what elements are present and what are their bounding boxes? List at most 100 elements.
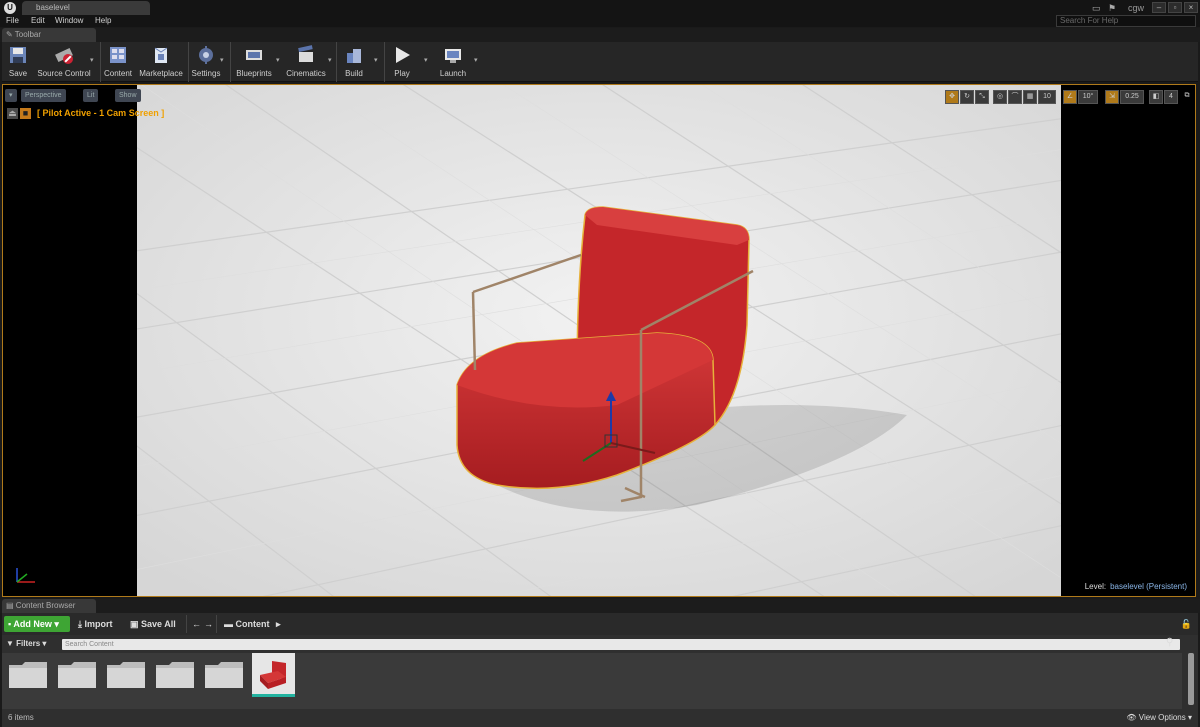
save-all-icon: ▣	[130, 619, 139, 629]
marketplace-icon	[154, 47, 168, 63]
level-viewport[interactable]: ▾ Perspective Lit Show ✥ ↻ ⤡ ◎ ⌒ ▦ 10 ∠ …	[2, 84, 1196, 597]
save-icon	[10, 47, 26, 63]
level-tab[interactable]: baselevel	[22, 1, 150, 15]
build-button[interactable]: Build	[340, 42, 368, 82]
blueprints-icon	[246, 50, 262, 60]
item-count: 6 items	[8, 713, 34, 722]
view-mode-button[interactable]: Perspective	[21, 89, 66, 102]
asset-grid	[2, 653, 1182, 709]
lighting-mode-button[interactable]: Lit	[83, 89, 99, 102]
content-icon	[110, 47, 126, 63]
cinematics-button[interactable]: Cinematics	[284, 42, 328, 82]
build-icon	[347, 49, 361, 63]
folder-icon-4[interactable]	[155, 659, 195, 689]
pilot-status: [ Pilot Active - 1 Cam Screen ]	[37, 108, 165, 118]
folder-icon: ▬	[224, 619, 233, 629]
maximize-button[interactable]: ▫	[1168, 2, 1182, 13]
lock-icon[interactable]: 🔓	[1181, 616, 1192, 632]
world-space-icon[interactable]: ◎	[993, 90, 1007, 104]
folder-icon-2[interactable]	[57, 659, 97, 689]
play-dropdown-icon[interactable]: ▾	[424, 56, 430, 64]
rotation-snap-icon[interactable]: ∠	[1063, 90, 1077, 104]
grid-snap-value[interactable]: 10	[1038, 90, 1056, 104]
add-icon: ▪	[8, 619, 12, 629]
content-search-input[interactable]: Search Content	[62, 639, 1180, 650]
scale-snap-icon[interactable]: ⇲	[1105, 90, 1119, 104]
chair-thumbnail-icon	[260, 661, 286, 689]
translate-tool-icon[interactable]: ✥	[945, 90, 959, 104]
asset-scrollbar[interactable]	[1188, 653, 1194, 705]
rotate-tool-icon[interactable]: ↻	[960, 90, 974, 104]
blueprints-dropdown-icon[interactable]: ▾	[276, 56, 282, 64]
play-icon	[396, 47, 410, 63]
viewport-scene[interactable]	[36, 85, 1158, 596]
maximize-viewport-icon[interactable]: ⧉	[1181, 90, 1193, 104]
filter-icon: ▼	[6, 639, 14, 648]
filters-button[interactable]: ▼ Filters ▾	[6, 637, 46, 651]
content-browser-icon: ▤	[6, 601, 14, 610]
launch-dropdown-icon[interactable]: ▾	[474, 56, 480, 64]
content-browser: ▪ Add New ▾ ⤓ Import ▣ Save All ← → ▬ Co…	[2, 613, 1198, 727]
camera-speed-icon[interactable]: ◧	[1149, 90, 1163, 104]
source-control-icon	[55, 47, 73, 64]
save-all-button[interactable]: ▣ Save All	[130, 616, 176, 632]
build-dropdown-icon[interactable]: ▾	[374, 56, 380, 64]
viewport-options-icon[interactable]: ▾	[5, 89, 17, 102]
view-options-button[interactable]: 👁 View Options ▾	[1126, 711, 1192, 725]
play-button[interactable]: Play	[388, 42, 416, 82]
source-control-dropdown-icon[interactable]: ▾	[90, 56, 96, 64]
content-browser-tab[interactable]: ▤ Content Browser	[2, 599, 96, 613]
settings-icon	[199, 46, 213, 64]
minimize-button[interactable]: –	[1152, 2, 1166, 13]
cinematics-dropdown-icon[interactable]: ▾	[328, 56, 334, 64]
menu-window[interactable]: Window	[55, 15, 83, 27]
toolbar-tab[interactable]: ✎ Toolbar	[2, 28, 96, 42]
menu-help[interactable]: Help	[95, 15, 111, 27]
eject-icon[interactable]: ⏏	[7, 107, 18, 119]
axis-indicator-icon	[16, 568, 35, 583]
launch-button[interactable]: Launch	[436, 42, 470, 82]
path-breadcrumb[interactable]: ▬ Content ▸	[224, 616, 281, 632]
unreal-logo-icon[interactable]: U	[4, 2, 16, 14]
camera-actor-icon: ■	[20, 107, 31, 119]
search-help-input[interactable]: Search For Help	[1056, 15, 1196, 27]
chair-asset-thumbnail[interactable]	[252, 653, 295, 697]
import-icon: ⤓	[78, 619, 82, 629]
scale-snap-value[interactable]: 0.25	[1120, 90, 1144, 104]
eye-icon: 👁	[1126, 713, 1137, 722]
folder-icon-5[interactable]	[204, 659, 244, 689]
menu-bar: File Edit Window Help	[0, 15, 1200, 27]
settings-dropdown-icon[interactable]: ▾	[220, 56, 226, 64]
surface-snap-icon[interactable]: ⌒	[1008, 90, 1022, 104]
camera-speed-value[interactable]: 4	[1164, 90, 1178, 104]
wrench-icon: ✎	[6, 30, 13, 39]
content-button[interactable]: Content	[102, 42, 134, 82]
settings-button[interactable]: Settings	[190, 42, 222, 82]
launch-icon	[445, 49, 461, 63]
forward-arrow-icon[interactable]: →	[204, 616, 213, 632]
user-name[interactable]: cgw	[1128, 3, 1144, 13]
scale-tool-icon[interactable]: ⤡	[975, 90, 989, 104]
show-button[interactable]: Show	[115, 89, 141, 102]
cinematics-icon	[298, 45, 313, 62]
title-bar: U baselevel ▭ ⚑ cgw – ▫ ×	[0, 0, 1200, 15]
blueprints-button[interactable]: Blueprints	[234, 42, 274, 82]
menu-file[interactable]: File	[6, 15, 19, 27]
save-button[interactable]: Save	[6, 42, 30, 82]
back-arrow-icon[interactable]: ←	[192, 616, 201, 632]
import-button[interactable]: ⤓ Import	[78, 616, 113, 632]
search-icon[interactable]: ⚲	[1166, 637, 1173, 648]
rotation-snap-value[interactable]: 10°	[1078, 90, 1098, 104]
marketplace-button[interactable]: Marketplace	[138, 42, 184, 82]
source-control-button[interactable]: Source Control	[36, 42, 92, 82]
breadcrumb-arrow-icon: ▸	[276, 619, 281, 629]
chat-icon[interactable]: ▭	[1092, 3, 1104, 13]
folder-icon-1[interactable]	[8, 659, 48, 689]
source-control-status-icon[interactable]: ⚑	[1108, 3, 1120, 13]
view-options-dropdown-icon: ▾	[1187, 713, 1192, 722]
folder-icon-3[interactable]	[106, 659, 146, 689]
add-new-button[interactable]: ▪ Add New ▾	[4, 616, 70, 632]
close-button[interactable]: ×	[1184, 2, 1198, 13]
menu-edit[interactable]: Edit	[31, 15, 45, 27]
grid-snap-icon[interactable]: ▦	[1023, 90, 1037, 104]
